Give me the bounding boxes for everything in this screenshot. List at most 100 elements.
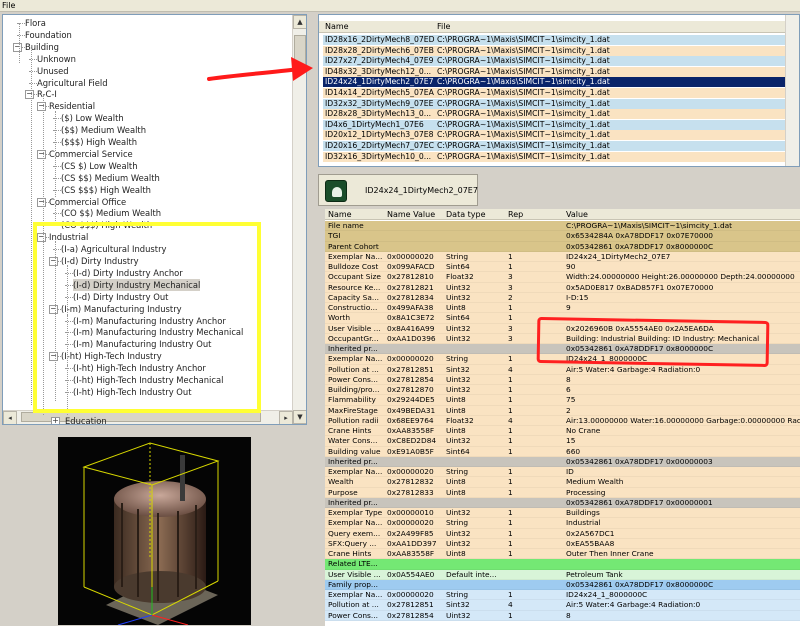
property-type-cell: Uint32: [446, 508, 471, 517]
tree-item[interactable]: ($$) Medium Wealth: [61, 124, 146, 136]
file-list-row[interactable]: ID28x16_2DirtyMech8_07ED C:\PROGRA~1\Maxi…: [323, 35, 785, 45]
property-row[interactable]: File name C:\PROGRA~1\Maxis\SIMCIT~1\simc…: [325, 221, 800, 232]
file-list-scrollbar[interactable]: [785, 15, 799, 166]
property-row[interactable]: Parent Cohort 0x05342861 0xA78DDF17 0x800…: [325, 241, 800, 252]
property-row[interactable]: Pollution at ... 0x27812851 Sint32 4 Air:5 W…: [325, 600, 800, 611]
property-row[interactable]: SFX:Query ... 0xAA1DD397 Uint32 1 0xEA55BAA8: [325, 538, 800, 549]
tree-expander-icon[interactable]: −: [37, 149, 46, 159]
tree-item[interactable]: Agricultural Field: [37, 77, 108, 89]
tree-expander-icon[interactable]: −: [25, 90, 34, 100]
property-name-cell: SFX:Query ...: [328, 538, 377, 548]
property-row[interactable]: Building/pro... 0x27812870 Uint32 1 6: [325, 385, 800, 396]
scroll-down-button[interactable]: ▼: [293, 410, 306, 424]
file-list-row[interactable]: ID48x32_3DirtyMech12_0... C:\PROGRA~1\Max…: [323, 66, 785, 77]
column-data-type-header[interactable]: Data type: [446, 210, 486, 219]
tree-item[interactable]: (CS $$) Medium Wealth: [61, 172, 160, 184]
property-row[interactable]: Crane Hints 0xAA83558F Uint8 1 Outer Then In…: [325, 549, 800, 560]
scroll-up-button[interactable]: ▲: [293, 15, 306, 29]
property-row[interactable]: Inherited pr... 0x05342861 0xA78DDF17 0x0…: [325, 456, 800, 467]
tree-expander-icon[interactable]: −: [37, 197, 46, 207]
property-row[interactable]: Bulldoze Cost 0x099AFACD Sint64 1 90: [325, 262, 800, 273]
tree-item[interactable]: R-C-I: [37, 88, 57, 100]
property-row[interactable]: TGI 0x6534284A 0xA78DDF17 0x07E70000: [325, 231, 800, 242]
property-rep-cell: 1: [508, 487, 513, 497]
column-name-header[interactable]: Name: [328, 210, 352, 219]
property-row[interactable]: Crane Hints 0xAA83558F Uint8 1 No Crane: [325, 426, 800, 437]
property-rep-cell: 3: [508, 282, 513, 292]
column-value-header[interactable]: Value: [566, 210, 588, 219]
tree-item[interactable]: Education: [65, 415, 107, 424]
file-list-row[interactable]: ID24x24_1DirtyMech2_07E7 C:\PROGRA~1\Maxi…: [323, 77, 785, 88]
tree-item[interactable]: Commercial Office: [49, 196, 126, 208]
tree-expander-icon[interactable]: +: [51, 417, 60, 424]
properties-grid[interactable]: Name Name Value Data type Rep Value File…: [325, 209, 800, 626]
property-value-cell: Air:13.00000000 Water:16.00000000 Garbag…: [566, 415, 800, 425]
file-list-row[interactable]: ID28x28_3DirtyMech13_0... C:\PROGRA~1\Max…: [323, 109, 785, 120]
property-nv-cell: 0x8A416A99: [387, 323, 435, 333]
property-row[interactable]: Exemplar Na... 0x00000020 String 1 ID24x24_1…: [325, 251, 800, 262]
scroll-left-button[interactable]: ◂: [3, 411, 17, 424]
property-row[interactable]: Wealth 0x27812832 Uint8 1 Medium Wealth: [325, 477, 800, 488]
property-row[interactable]: Exemplar Na... 0x00000020 String 1 ID24x24_1…: [325, 590, 800, 601]
file-list-row[interactable]: ID4x6_1DirtyMech1_07E6 C:\PROGRA~1\Maxis\…: [323, 119, 785, 130]
property-row[interactable]: Water Cons... 0xC8ED2D84 Uint32 1 15: [325, 436, 800, 447]
property-name-cell: Inherited pr...: [328, 344, 378, 353]
tree-item[interactable]: (CS $$$) High Wealth: [61, 184, 151, 196]
tree-item[interactable]: Unused: [37, 65, 69, 77]
file-list-path-cell: C:\PROGRA~1\Maxis\SIMCIT~1\simcity_1.dat: [437, 35, 610, 44]
property-row[interactable]: Pollution radii 0x68EE9764 Float32 4 Air:13.…: [325, 415, 800, 426]
file-list[interactable]: Name File ID28x16_2DirtyMech8_07ED C:\PRO…: [318, 14, 800, 167]
file-list-row[interactable]: ID14x14_2DirtyMech5_07EA C:\PROGRA~1\Maxi…: [323, 88, 785, 98]
tree-expander-icon[interactable]: −: [37, 102, 46, 112]
building-icon: [325, 180, 347, 202]
column-name-value-header[interactable]: Name Value: [387, 210, 435, 219]
tree-item[interactable]: ($) Low Wealth: [61, 112, 124, 124]
property-row[interactable]: Query exem... 0x2A499F85 Uint32 1 0x2A567DC1: [325, 528, 800, 539]
property-type-cell: Uint8: [446, 426, 466, 435]
tree-item[interactable]: ($$$) High Wealth: [61, 136, 137, 148]
column-rep-header[interactable]: Rep: [508, 210, 523, 219]
property-row[interactable]: Inherited pr... 0x05342861 0xA78DDF17 0x0…: [325, 497, 800, 508]
property-nv-cell: 0xC8ED2D84: [387, 436, 437, 446]
file-list-row[interactable]: ID32x16_3DirtyMech10_0... C:\PROGRA~1\Max…: [323, 151, 785, 162]
property-row[interactable]: Flammability 0x29244DE5 Uint8 1 75: [325, 395, 800, 406]
tree-item[interactable]: Flora: [25, 17, 46, 29]
property-row[interactable]: Exemplar Type 0x00000010 Uint32 1 Buildings: [325, 508, 800, 519]
column-name-header[interactable]: Name: [325, 22, 349, 31]
property-row[interactable]: Occupant Size 0x27812810 Float32 3 Width:24.…: [325, 272, 800, 283]
tree-item[interactable]: Unknown: [37, 53, 76, 65]
property-row[interactable]: Capacity Sa... 0x27812834 Uint32 2 I-D:15: [325, 292, 800, 303]
property-row[interactable]: Exemplar Na... 0x00000020 String 1 ID: [325, 467, 800, 478]
scroll-right-button[interactable]: ▸: [279, 411, 293, 424]
file-list-path-cell: C:\PROGRA~1\Maxis\SIMCIT~1\simcity_1.dat: [437, 109, 610, 119]
property-row[interactable]: Building value 0xE91A0B5F Sint64 1 660: [325, 446, 800, 457]
property-row[interactable]: Power Cons... 0x27812854 Uint32 1 8: [325, 610, 800, 621]
exemplar-tab[interactable]: ID24x24_1DirtyMech2_07E7: [318, 174, 478, 206]
tree-item[interactable]: Commercial Service: [49, 148, 133, 160]
file-list-row[interactable]: ID32x32_3DirtyMech9_07EE C:\PROGRA~1\Maxi…: [323, 98, 785, 109]
property-row[interactable]: Resource Ke... 0x27812821 Uint32 3 0x5AD0E81…: [325, 282, 800, 293]
property-value-cell: Petroleum Tank: [566, 569, 623, 579]
property-row[interactable]: Family prop... 0x05342861 0xA78DDF17 0x80…: [325, 579, 800, 590]
property-row[interactable]: Constructio... 0x499AFA38 Uint8 1 9: [325, 303, 800, 314]
property-value-cell: 90: [566, 262, 576, 271]
tree-item[interactable]: (CS $) Low Wealth: [61, 160, 138, 172]
file-menu[interactable]: File: [2, 1, 15, 10]
property-value-cell: Processing: [566, 487, 606, 497]
property-row[interactable]: Purpose 0x27812833 Uint8 1 Processing: [325, 487, 800, 498]
column-file-header[interactable]: File: [437, 22, 450, 31]
file-list-row[interactable]: ID20x12_1DirtyMech3_07E8 C:\PROGRA~1\Maxi…: [323, 130, 785, 141]
property-rep-cell: 1: [508, 436, 513, 446]
property-row[interactable]: Power Cons... 0x27812854 Uint32 1 8: [325, 374, 800, 385]
property-row[interactable]: MaxFireStage 0x49BEDA31 Uint8 1 2: [325, 405, 800, 416]
property-nv-cell: 0x00000020: [387, 518, 434, 528]
file-list-row[interactable]: ID28x28_2DirtyMech6_07EB C:\PROGRA~1\Maxi…: [323, 45, 785, 56]
property-row[interactable]: User Visible ... 0x0A554AE0 Default inte..…: [325, 569, 800, 580]
file-list-row[interactable]: ID27x27_2DirtyMech4_07E9 C:\PROGRA~1\Maxi…: [323, 56, 785, 67]
tree-item[interactable]: (CO $$) Medium Wealth: [61, 207, 161, 219]
property-row[interactable]: Related LTE...: [325, 559, 800, 570]
property-row[interactable]: Exemplar Na... 0x00000020 String 1 Industria…: [325, 518, 800, 529]
tree-expander-icon[interactable]: −: [13, 42, 22, 52]
tree-item[interactable]: Foundation: [25, 29, 72, 41]
file-list-row[interactable]: ID20x16_2DirtyMech7_07EC C:\PROGRA~1\Maxi…: [323, 141, 785, 151]
